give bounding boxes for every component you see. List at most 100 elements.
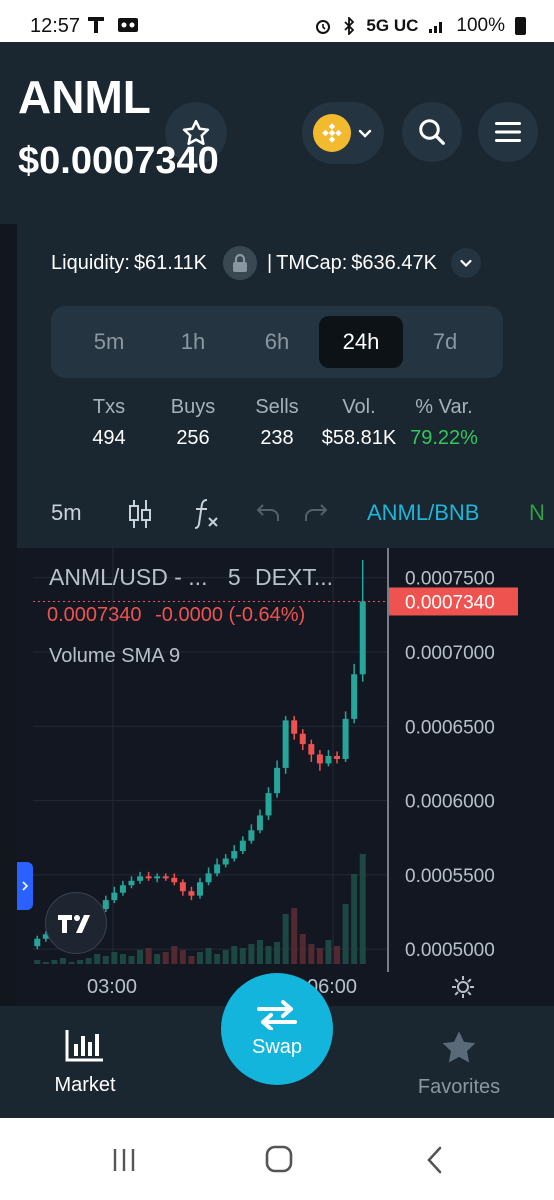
menu-button[interactable] xyxy=(478,102,538,162)
volume-bar xyxy=(214,954,221,964)
recent-apps-icon xyxy=(113,1149,135,1171)
network-label: 5G UC xyxy=(366,16,419,35)
candle-body xyxy=(316,754,323,764)
gear-icon xyxy=(452,976,474,998)
candle-body xyxy=(325,756,332,764)
search-button[interactable] xyxy=(402,102,462,162)
star-icon xyxy=(442,1031,476,1063)
volume-bar xyxy=(239,948,246,964)
stat-value: 238 xyxy=(260,427,294,449)
candle-body xyxy=(137,876,144,881)
stat-value: 79.22% xyxy=(410,427,478,449)
indicators-button[interactable] xyxy=(191,496,221,536)
candle-body xyxy=(299,733,306,745)
candle-body xyxy=(171,877,178,883)
volume-bar xyxy=(145,948,152,964)
signal-icon xyxy=(429,22,443,33)
candle-style-button[interactable] xyxy=(127,498,153,536)
nav-favorites-label: Favorites xyxy=(417,1076,501,1098)
volume-bar xyxy=(256,940,263,964)
volume-bar xyxy=(162,952,169,964)
volume-bar xyxy=(111,952,118,964)
candle-body xyxy=(308,744,315,755)
hamburger-icon xyxy=(495,122,521,142)
candle-body xyxy=(265,793,272,816)
volume-bar xyxy=(316,948,323,964)
search-icon xyxy=(419,119,445,145)
volume-bar xyxy=(248,944,255,964)
candle-body xyxy=(342,718,349,759)
market-chart-icon xyxy=(65,1030,103,1062)
expand-stats-button[interactable] xyxy=(450,248,481,278)
candle-body xyxy=(34,938,41,947)
back-button[interactable] xyxy=(424,1145,446,1180)
chart-legend-ohlc: 0.0007340 -0.0000 (-0.64%) xyxy=(47,604,305,627)
timeframe-selector: 5m 1h 6h 24h 7d xyxy=(51,306,503,378)
volume-bar xyxy=(68,962,75,964)
liquidity-value: $61.11K xyxy=(133,251,207,274)
candle-body xyxy=(239,840,246,852)
recent-apps-button[interactable] xyxy=(110,1146,138,1179)
more-toolbar-indicator: N xyxy=(529,500,545,525)
volume-bar xyxy=(274,942,281,964)
timeframe-5m[interactable]: 5m xyxy=(67,316,151,368)
nav-favorites[interactable]: Favorites xyxy=(404,1028,514,1099)
android-navigation-bar xyxy=(0,1118,554,1200)
volume-bar xyxy=(102,956,109,964)
volume-bar xyxy=(51,960,58,964)
bluetooth-icon xyxy=(344,17,355,35)
interval-button[interactable]: 5m xyxy=(51,500,82,526)
price-tick: 0.0007500 xyxy=(405,569,495,590)
home-button[interactable] xyxy=(264,1144,294,1179)
back-icon xyxy=(427,1146,442,1174)
timeframe-7d[interactable]: 7d xyxy=(403,316,487,368)
indicator-label: Volume SMA 9 xyxy=(49,645,181,667)
stat-txs: Txs 494 xyxy=(67,396,151,450)
chart-settings-button[interactable] xyxy=(451,975,475,1004)
legend-interval: 5 xyxy=(227,564,241,590)
candle-body xyxy=(274,767,281,794)
separator: | xyxy=(266,251,273,274)
volume-bar xyxy=(197,952,203,964)
volume-bar xyxy=(282,914,289,964)
volume-bar xyxy=(291,908,298,964)
lock-icon xyxy=(222,246,257,280)
chart-area[interactable]: 5m ANML/BNB N 0.0007500 0.0007000 0.000650… xyxy=(17,482,554,1006)
price-tick: 0.0005500 xyxy=(405,866,495,887)
candle-body xyxy=(162,876,169,879)
status-time: 12:57 xyxy=(30,15,81,37)
undo-button[interactable] xyxy=(255,502,281,530)
candle-body xyxy=(359,601,366,675)
tmcap-value: $636.47K xyxy=(351,251,437,274)
price-tick: 0.0006500 xyxy=(405,717,495,738)
swap-button[interactable]: Swap xyxy=(221,973,333,1085)
candle-body xyxy=(111,892,118,901)
sidebar-toggle[interactable] xyxy=(17,862,33,910)
volume-bar xyxy=(42,962,49,964)
redo-button[interactable] xyxy=(303,502,329,530)
pair-link[interactable]: ANML/BNB xyxy=(367,500,479,526)
nav-market[interactable]: Market xyxy=(30,1028,140,1097)
timeframe-24h[interactable]: 24h xyxy=(319,316,403,368)
timeframe-6h[interactable]: 6h xyxy=(235,316,319,368)
volume-bar xyxy=(308,944,315,964)
volume-bar xyxy=(34,960,41,964)
undo-icon xyxy=(256,504,279,521)
stat-volume: Vol. $58.81K xyxy=(309,396,409,450)
volume-bar xyxy=(154,954,161,964)
candle-body xyxy=(334,756,341,759)
chain-selector[interactable] xyxy=(302,102,384,164)
status-right: 5G UC 100% xyxy=(314,15,526,37)
timeframe-1h[interactable]: 1h xyxy=(151,316,235,368)
tradingview-logo[interactable] xyxy=(45,892,107,954)
volume-bar xyxy=(85,958,92,964)
stat-value: $58.81K xyxy=(321,427,397,449)
chart-legend-symbol: ANML/USD - ... 5 DEXT... xyxy=(49,564,333,591)
legend-symbol: ANML/USD - ... xyxy=(49,564,208,590)
volume-bar xyxy=(119,954,126,964)
volume-bar xyxy=(359,854,366,964)
chevron-right-icon xyxy=(22,881,29,891)
time-tick: 03:00 xyxy=(87,976,138,998)
chevron-down-icon xyxy=(460,259,472,268)
candle-body xyxy=(291,720,298,734)
